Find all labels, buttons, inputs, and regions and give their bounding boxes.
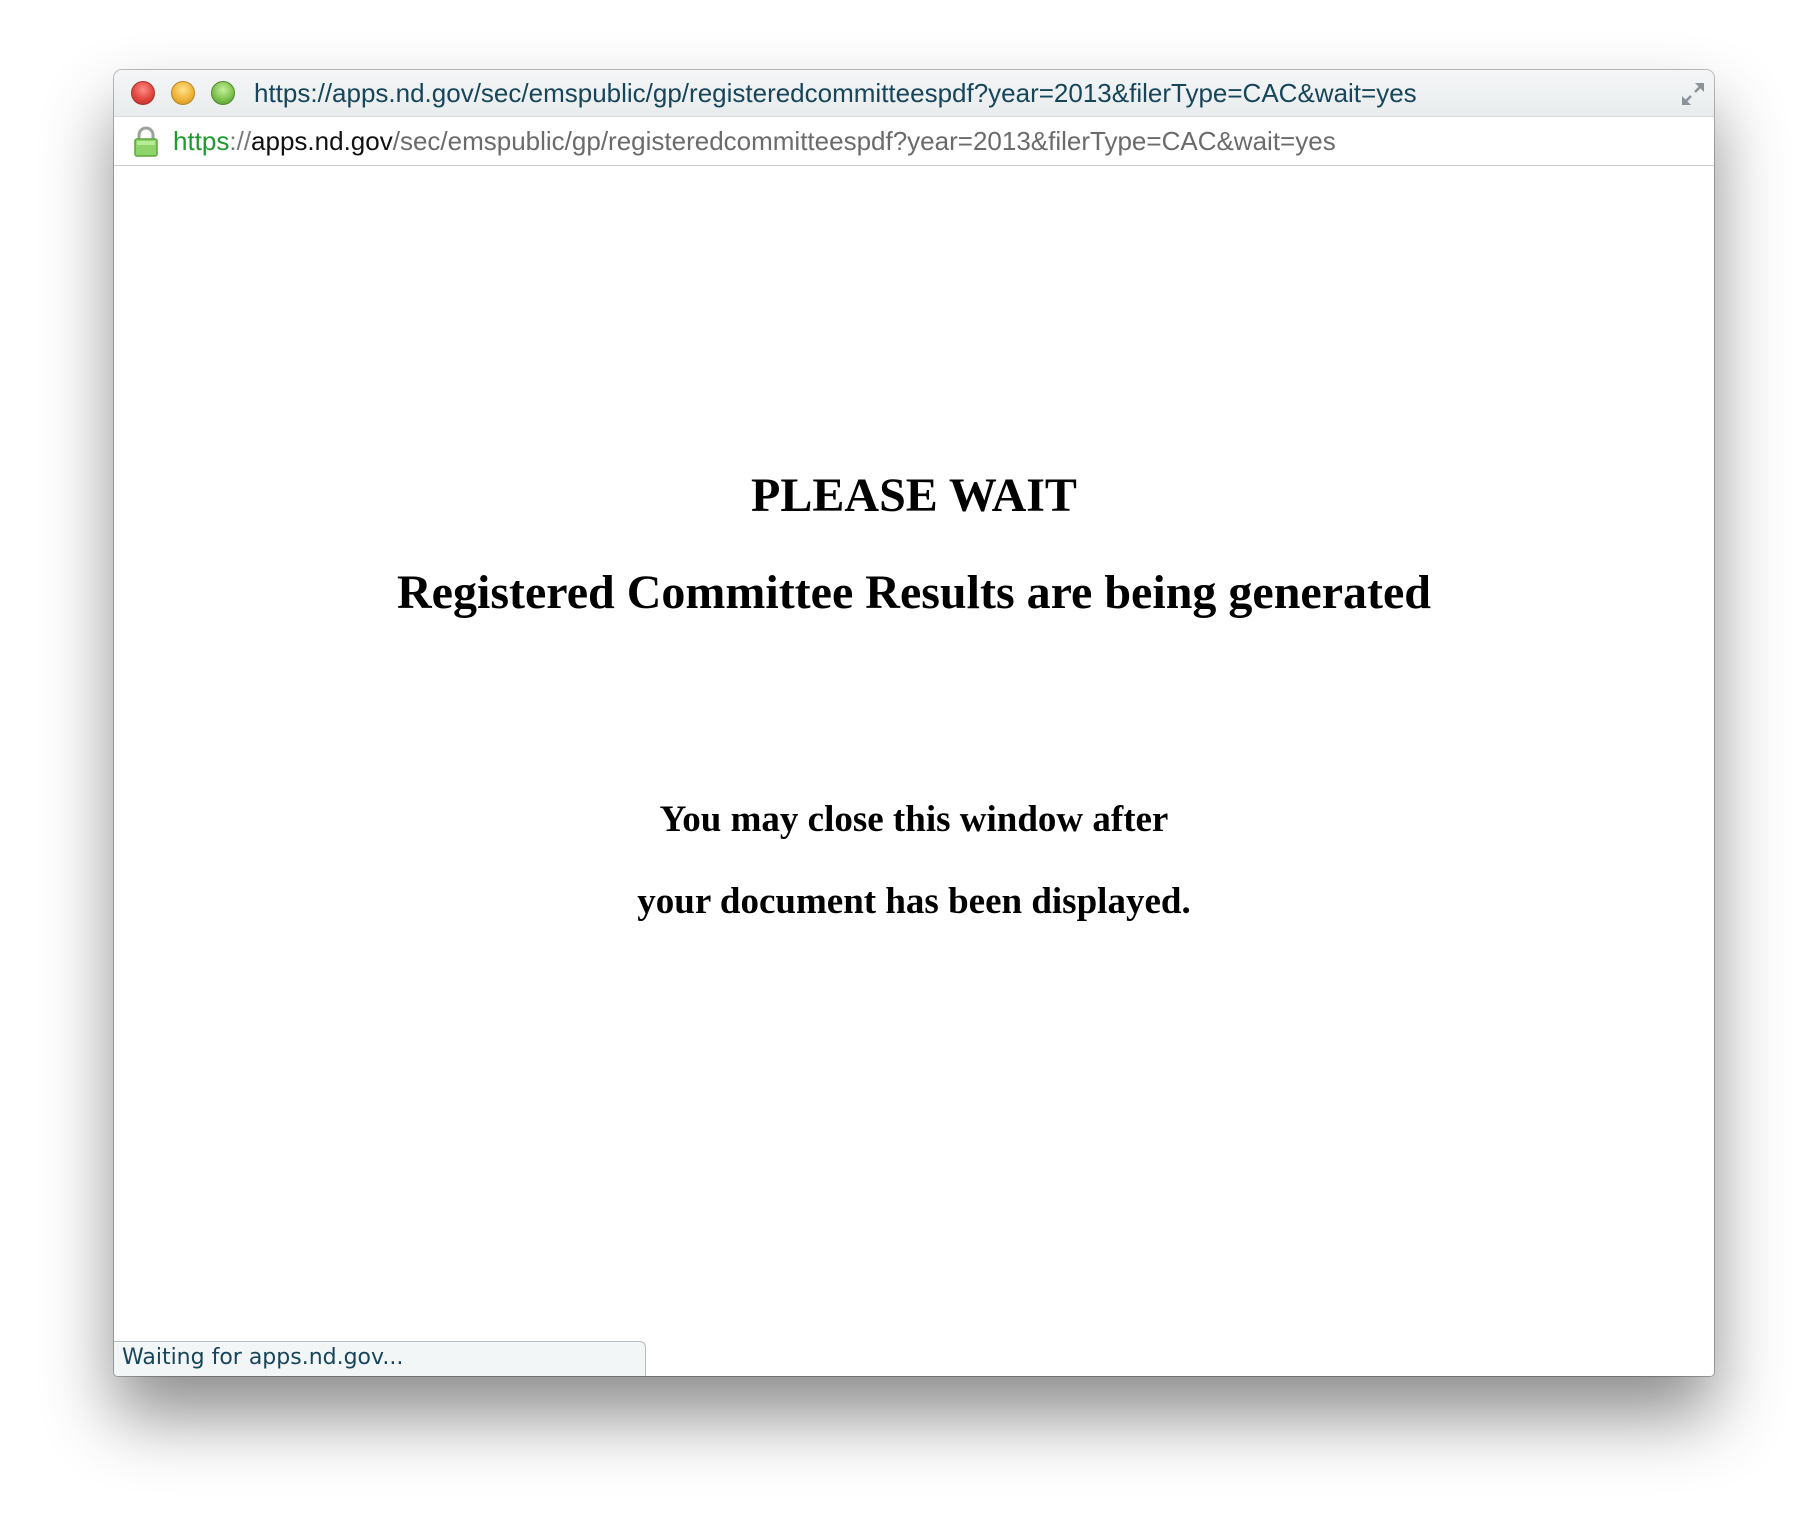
- page-title: PLEASE WAIT: [751, 469, 1077, 522]
- url-separator: ://: [229, 126, 252, 156]
- url-path: /sec/emspublic/gp/registeredcommitteespd…: [392, 126, 1336, 156]
- close-icon[interactable]: [131, 81, 155, 105]
- window-title: https://apps.nd.gov/sec/emspublic/gp/reg…: [254, 78, 1417, 108]
- browser-window: https://apps.nd.gov/sec/emspublic/gp/reg…: [114, 70, 1714, 1376]
- close-window-note-line-1: You may close this window after: [659, 799, 1169, 840]
- address-bar[interactable]: https://apps.nd.gov/sec/emspublic/gp/reg…: [114, 116, 1714, 166]
- page-content: PLEASE WAIT Registered Committee Results…: [114, 166, 1714, 1376]
- page-subtitle: Registered Committee Results are being g…: [397, 566, 1431, 619]
- fullscreen-icon[interactable]: [1678, 79, 1708, 109]
- url-scheme: https: [173, 126, 230, 156]
- zoom-icon[interactable]: [211, 81, 235, 105]
- title-bar[interactable]: https://apps.nd.gov/sec/emspublic/gp/reg…: [114, 70, 1714, 116]
- url-text[interactable]: https://apps.nd.gov/sec/emspublic/gp/reg…: [173, 125, 1336, 157]
- url-host: apps.nd.gov: [251, 126, 393, 156]
- lock-icon: [134, 126, 158, 157]
- close-window-note-line-2: your document has been displayed.: [637, 881, 1191, 922]
- minimize-icon[interactable]: [171, 81, 195, 105]
- status-bar: Waiting for apps.nd.gov...: [114, 1341, 646, 1376]
